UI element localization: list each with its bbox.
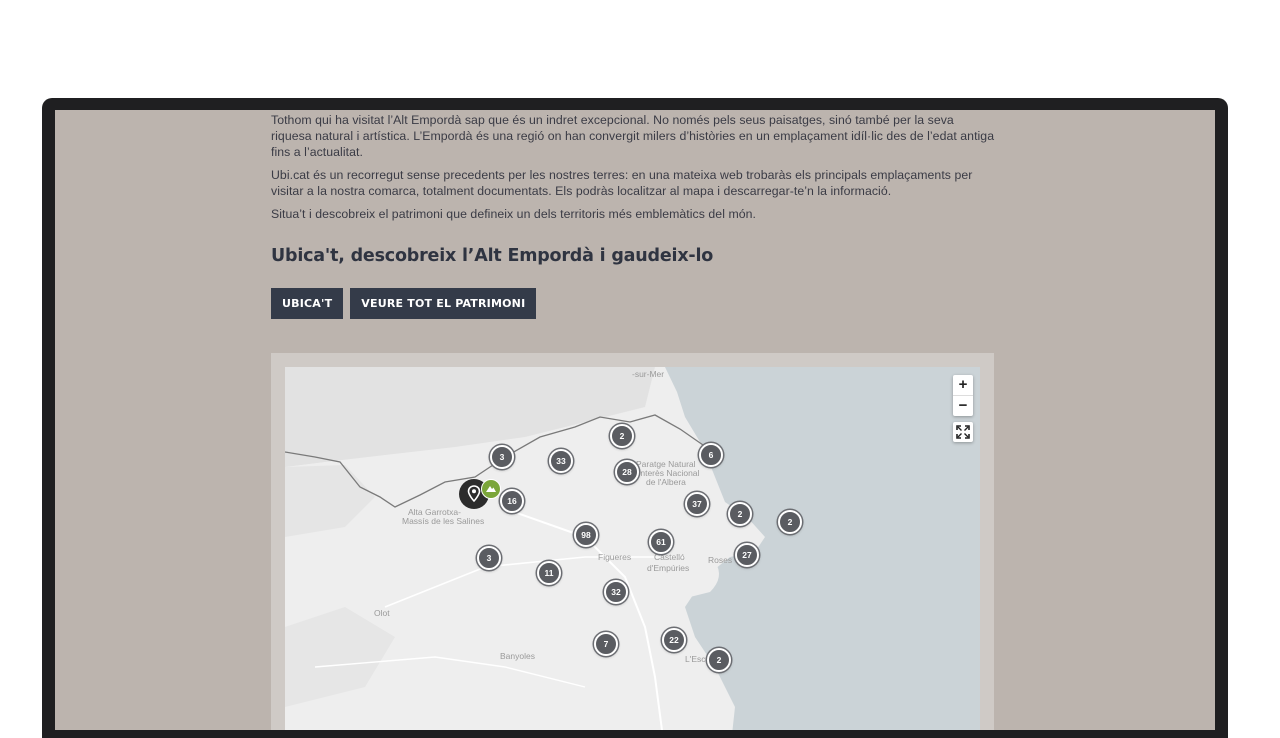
locate-button[interactable]: UBICA'T — [271, 288, 344, 319]
fullscreen-icon — [956, 425, 970, 439]
map-cluster-marker[interactable]: 3 — [477, 546, 501, 570]
place-label-garrotxa: Massís de les Salines — [402, 516, 485, 526]
zoom-in-button[interactable]: + — [953, 375, 973, 395]
zoom-control: + − — [953, 375, 973, 416]
place-label-banyoles: Banyoles — [500, 651, 535, 661]
map-container: -sur-Mer Paratge Natural Interès Naciona… — [271, 353, 994, 730]
intro-paragraph: Situa’t i descobreix el patrimoni que de… — [271, 207, 756, 221]
map-basemap — [285, 367, 980, 730]
intro-paragraph: Tothom qui ha visitat l’Alt Empordà sap … — [271, 113, 995, 159]
map-cluster-marker[interactable]: 6 — [699, 443, 723, 467]
map-cluster-marker[interactable]: 22 — [662, 628, 686, 652]
place-label-sur-mer: -sur-Mer — [632, 369, 665, 379]
map-cluster-marker[interactable]: 32 — [604, 580, 628, 604]
place-label-castello: d'Empúries — [647, 563, 690, 573]
mountain-icon — [486, 486, 496, 492]
map-cluster-marker[interactable]: 11 — [537, 561, 561, 585]
place-label-figueres: Figueres — [598, 552, 632, 562]
place-label-paratge: de l'Albera — [646, 477, 686, 487]
map-cluster-marker[interactable]: 7 — [594, 632, 618, 656]
intro-paragraph: Ubi.cat és un recorregut sense precedent… — [271, 168, 973, 198]
intro-section: Tothom qui ha visitat l’Alt Empordà sap … — [271, 110, 995, 319]
fullscreen-button[interactable] — [953, 422, 973, 442]
map-cluster-marker[interactable]: 61 — [649, 530, 673, 554]
map-cluster-marker[interactable]: 27 — [735, 543, 759, 567]
heritage-map[interactable]: -sur-Mer Paratge Natural Interès Naciona… — [285, 367, 980, 730]
map-cluster-marker[interactable]: 2 — [707, 648, 731, 672]
view-all-heritage-button[interactable]: VEURE TOT EL PATRIMONI — [350, 288, 537, 319]
map-cluster-marker[interactable]: 2 — [728, 502, 752, 526]
zoom-out-button[interactable]: − — [953, 396, 973, 416]
place-label-roses: Roses — [708, 555, 733, 565]
map-cluster-marker[interactable]: 16 — [500, 489, 524, 513]
map-cluster-marker[interactable]: 98 — [574, 523, 598, 547]
map-cluster-marker[interactable]: 33 — [549, 449, 573, 473]
nature-marker[interactable] — [481, 479, 501, 499]
map-cluster-marker[interactable]: 3 — [490, 445, 514, 469]
map-cluster-marker[interactable]: 37 — [685, 492, 709, 516]
browser-viewport: Tothom qui ha visitat l’Alt Empordà sap … — [55, 110, 1215, 730]
place-label-olot: Olot — [374, 608, 390, 618]
map-cluster-marker[interactable]: 2 — [778, 510, 802, 534]
section-heading: Ubica't, descobreix l’Alt Empordà i gaud… — [271, 246, 714, 266]
action-buttons: UBICA'T VEURE TOT EL PATRIMONI — [271, 288, 995, 319]
map-cluster-marker[interactable]: 2 — [610, 424, 634, 448]
map-cluster-marker[interactable]: 28 — [615, 460, 639, 484]
